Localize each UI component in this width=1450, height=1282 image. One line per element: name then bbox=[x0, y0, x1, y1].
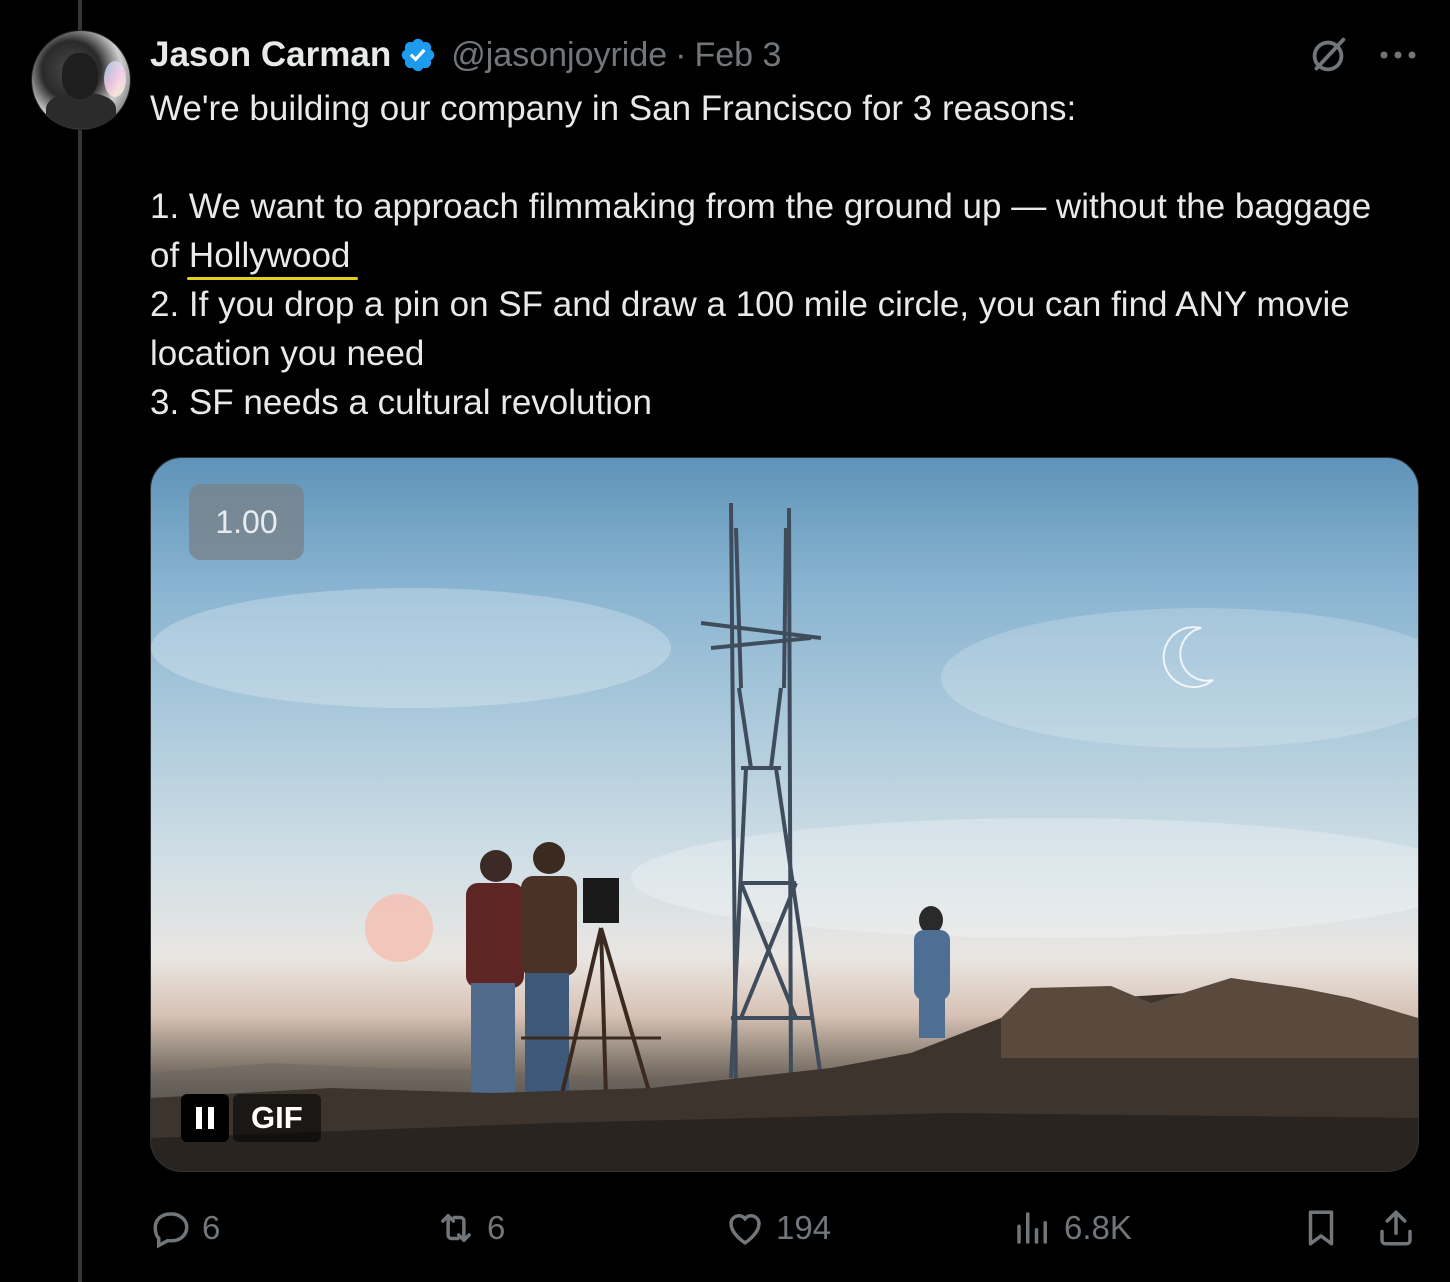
gif-label: GIF bbox=[233, 1094, 321, 1142]
more-options-icon[interactable] bbox=[1378, 40, 1418, 70]
views-button[interactable]: 6.8K bbox=[1012, 1200, 1132, 1256]
avatar[interactable] bbox=[31, 30, 131, 130]
pause-button[interactable] bbox=[181, 1094, 229, 1142]
reply-button[interactable]: 6 bbox=[150, 1200, 220, 1256]
tweet-intro: We're building our company in San Franci… bbox=[150, 89, 1077, 128]
tweet-media-gif[interactable]: 1.00 GIF bbox=[150, 457, 1419, 1172]
tweet-actions: 6 6 194 6.8K bbox=[150, 1200, 1420, 1256]
repost-count: 6 bbox=[487, 1209, 506, 1246]
separator-dot: · bbox=[675, 35, 687, 74]
speed-badge[interactable]: 1.00 bbox=[189, 484, 304, 560]
sutro-tower bbox=[700, 502, 823, 1099]
reason-3-text: 3. SF needs a cultural revolution bbox=[150, 383, 652, 422]
author-name[interactable]: Jason Carman bbox=[150, 35, 391, 75]
views-count: 6.8K bbox=[1064, 1209, 1132, 1246]
thread-line bbox=[78, 0, 82, 1282]
like-count: 194 bbox=[776, 1209, 832, 1246]
gif-controls: GIF bbox=[181, 1094, 321, 1142]
verified-badge-icon[interactable] bbox=[399, 36, 437, 74]
share-icon bbox=[1380, 1210, 1412, 1246]
avatar-glint bbox=[104, 61, 126, 97]
views-icon bbox=[1017, 1212, 1047, 1244]
author-handle[interactable]: @jasonjoyride bbox=[451, 36, 667, 75]
reason-2-text: 2. If you drop a pin on SF and draw a 10… bbox=[150, 285, 1360, 373]
bookmark-button[interactable] bbox=[1300, 1200, 1342, 1256]
sun-shape bbox=[365, 894, 433, 962]
tweet-header: Jason Carman @jasonjoyride · Feb 3 bbox=[150, 32, 781, 78]
repost-button[interactable]: 6 bbox=[435, 1200, 505, 1256]
hollywood-highlight: Hollywood bbox=[186, 231, 359, 280]
reply-icon bbox=[153, 1212, 189, 1249]
grok-icon[interactable] bbox=[1305, 32, 1351, 78]
tweet-date[interactable]: Feb 3 bbox=[695, 36, 782, 75]
avatar-face bbox=[62, 53, 98, 99]
share-button[interactable] bbox=[1375, 1200, 1417, 1256]
pause-icon-bar bbox=[208, 1107, 214, 1129]
like-button[interactable]: 194 bbox=[724, 1200, 831, 1256]
tweet-text: We're building our company in San Franci… bbox=[150, 84, 1400, 427]
reply-count: 6 bbox=[202, 1209, 221, 1246]
repost-icon bbox=[441, 1214, 471, 1242]
heart-icon bbox=[729, 1214, 761, 1245]
gif-scene bbox=[151, 502, 1418, 1171]
pause-icon-bar bbox=[196, 1107, 202, 1129]
bookmark-icon bbox=[1308, 1210, 1334, 1246]
